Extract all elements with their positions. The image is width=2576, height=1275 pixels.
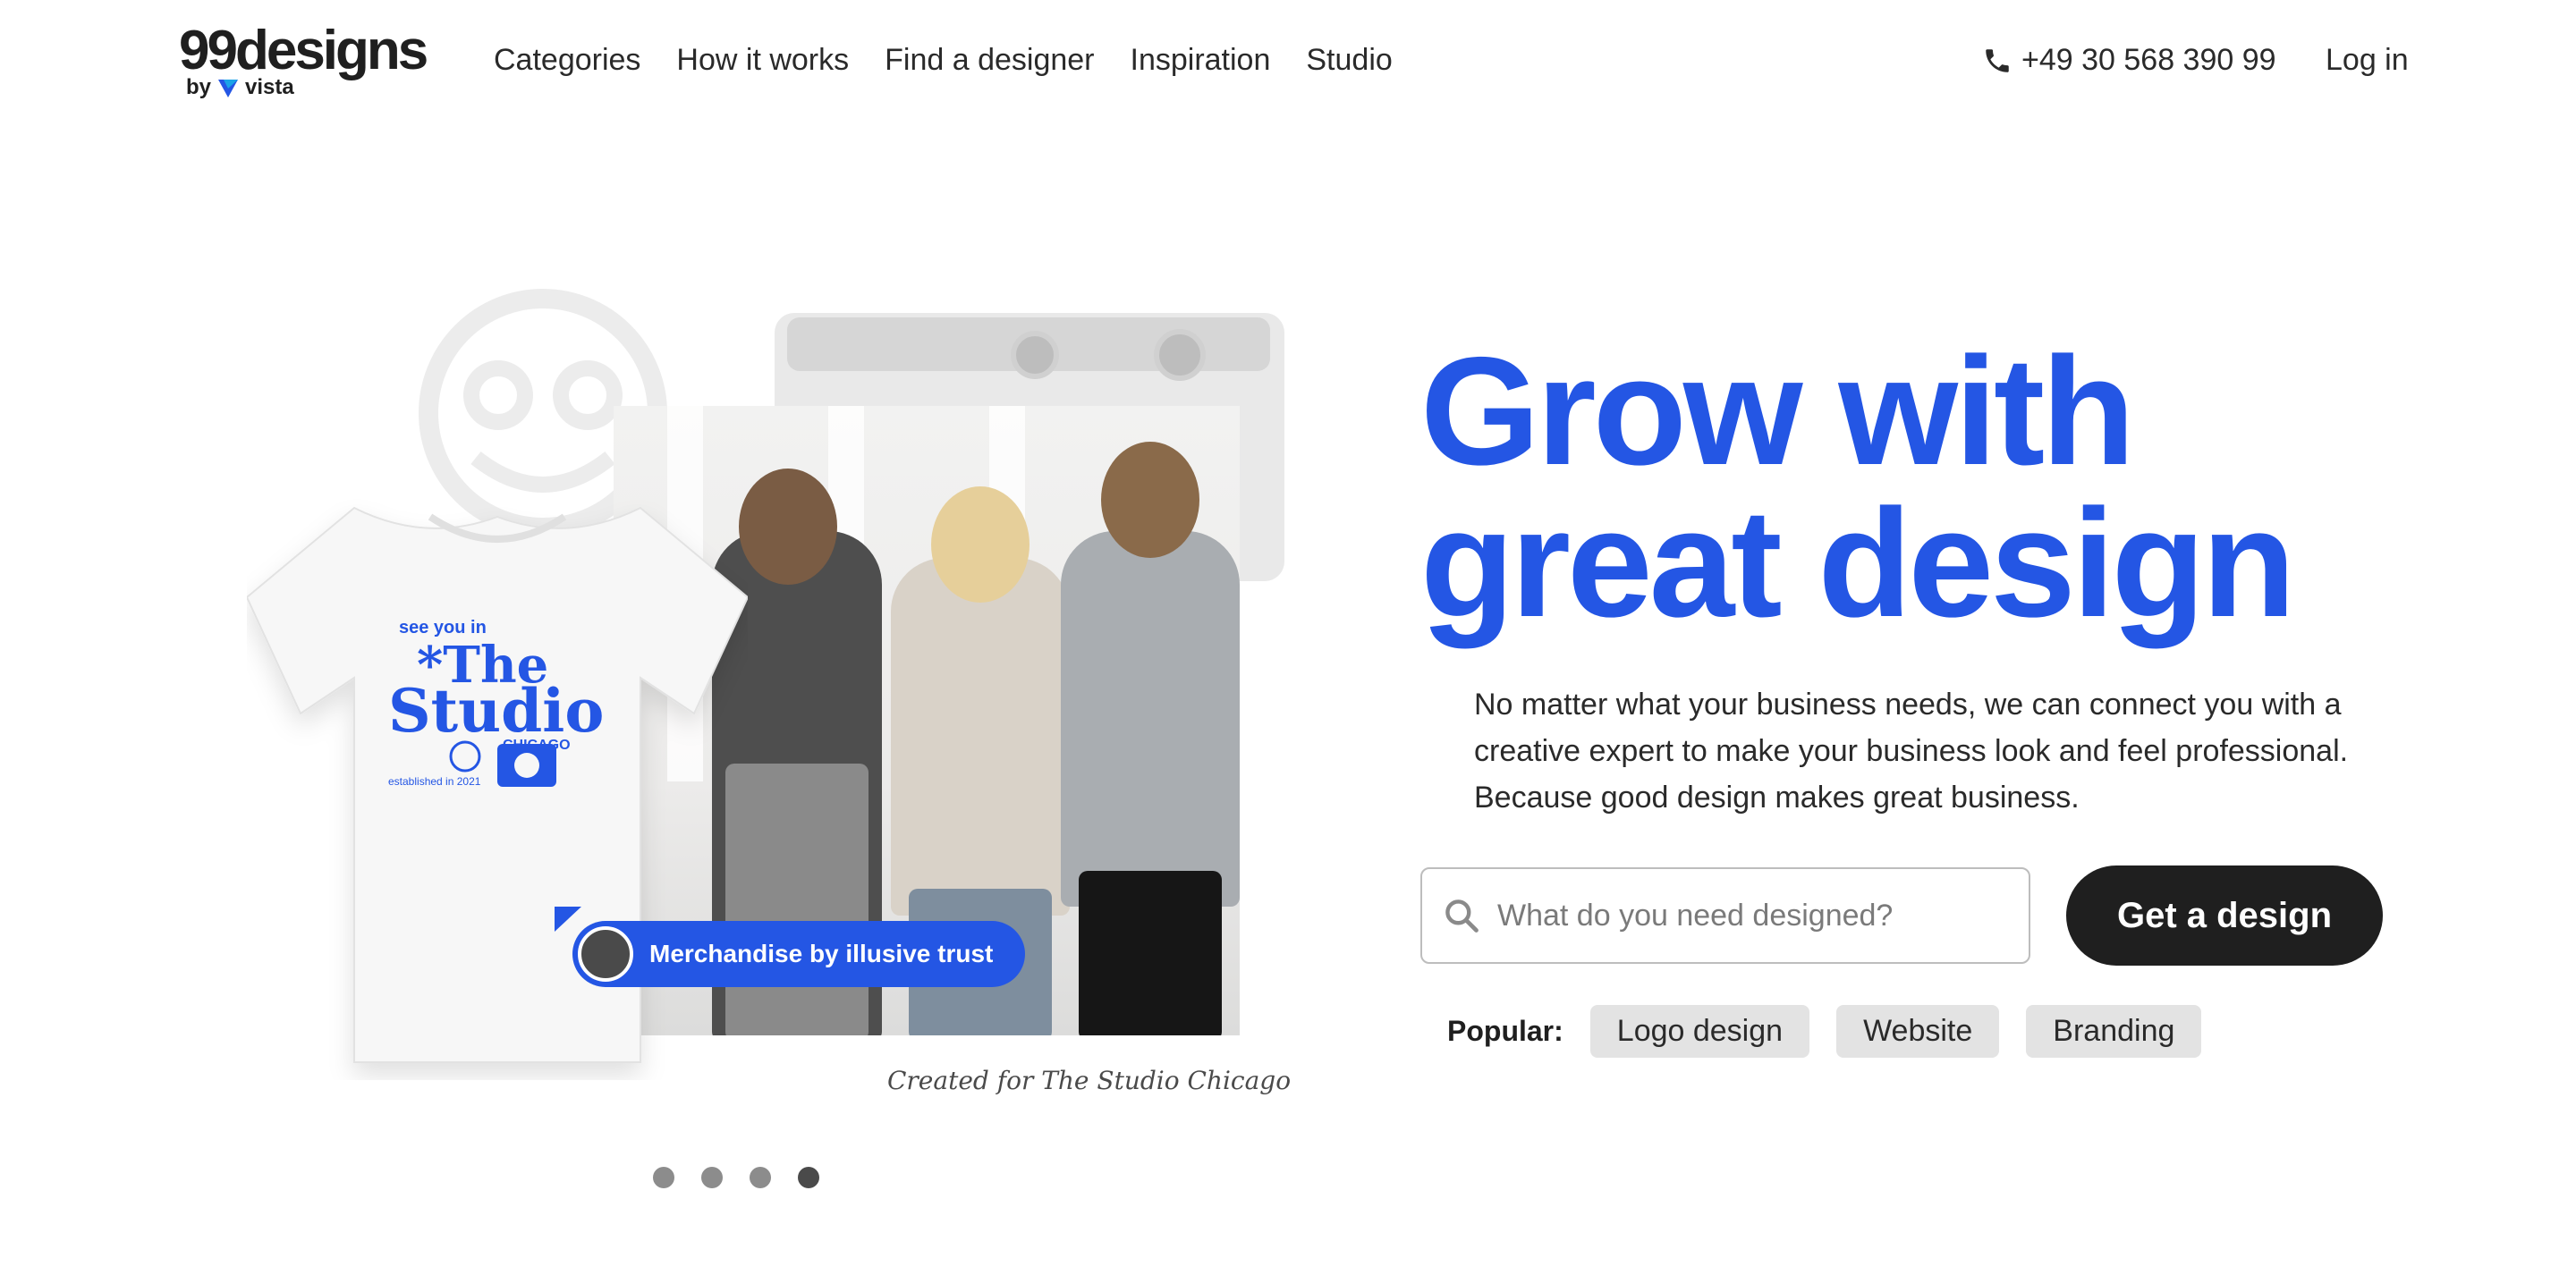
carousel-dot-4[interactable] xyxy=(798,1167,819,1188)
logo-by: by xyxy=(186,75,212,99)
logo[interactable]: 99designs by vista xyxy=(179,21,428,102)
tshirt-mockup: see you in *The Studio CHICAGO establish… xyxy=(247,506,748,1063)
camera-dial xyxy=(1011,331,1059,379)
search-input[interactable] xyxy=(1496,897,2018,934)
headline-line-2: great design xyxy=(1420,477,2296,649)
nav-find-designer[interactable]: Find a designer xyxy=(885,43,1094,78)
carousel-dot-1[interactable] xyxy=(653,1167,674,1188)
tshirt-top-text: see you in xyxy=(399,618,487,638)
tshirt-small: established in 2021 xyxy=(388,775,481,788)
vista-logo-icon xyxy=(218,80,239,97)
popular-tags: Popular: Logo design Website Branding xyxy=(1447,1005,2202,1058)
logo-wordmark: 99designs xyxy=(179,20,428,81)
phone-icon xyxy=(1986,48,2009,72)
phone-number: +49 30 568 390 99 xyxy=(2021,43,2276,77)
search-icon xyxy=(1445,899,1479,933)
designer-badge-text: Merchandise by illusive trust xyxy=(649,940,994,967)
hero-subtext: No matter what your business needs, we c… xyxy=(1474,688,2349,815)
nav-studio[interactable]: Studio xyxy=(1306,43,1392,78)
logo-subline: by vista xyxy=(186,75,294,100)
nav-how-it-works[interactable]: How it works xyxy=(676,43,849,78)
get-a-design-button[interactable]: Get a design xyxy=(2066,865,2383,966)
logo-brand: vista xyxy=(245,75,294,99)
phone-link[interactable]: +49 30 568 390 99 xyxy=(1982,43,2276,78)
nav-categories[interactable]: Categories xyxy=(494,43,640,78)
badge-pointer xyxy=(555,907,581,932)
hero-headline: Grow with great design xyxy=(1420,325,2296,649)
designer-badge[interactable]: Merchandise by illusive trust xyxy=(572,921,1025,987)
designer-avatar xyxy=(578,926,633,982)
popular-label: Popular: xyxy=(1447,1015,1563,1047)
nav-inspiration[interactable]: Inspiration xyxy=(1131,43,1271,78)
login-link[interactable]: Log in xyxy=(2326,43,2409,78)
carousel-dot-2[interactable] xyxy=(701,1167,723,1188)
main-nav: Categories How it works Find a designer … xyxy=(494,43,1393,78)
image-caption: Created for The Studio Chicago xyxy=(887,1066,1292,1095)
tag-logo-design[interactable]: Logo design xyxy=(1589,1005,1810,1058)
camera-dial xyxy=(1154,329,1206,381)
tag-website[interactable]: Website xyxy=(1836,1005,2000,1058)
tshirt-title2: Studio xyxy=(388,676,604,746)
search-box[interactable] xyxy=(1420,867,2030,964)
headline-line-1: Grow with xyxy=(1420,325,2135,497)
carousel-dot-3[interactable] xyxy=(750,1167,771,1188)
carousel-dots xyxy=(653,1167,819,1188)
tag-branding[interactable]: Branding xyxy=(2026,1005,2202,1058)
